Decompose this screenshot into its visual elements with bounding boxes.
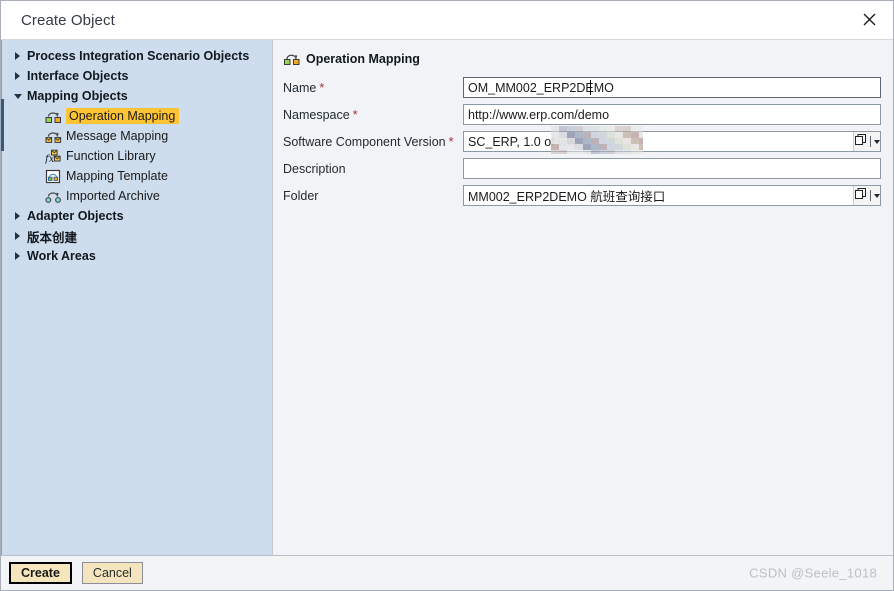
function-library-icon: fx (45, 149, 62, 164)
object-form: Name*Namespace*Software Component Versio… (281, 76, 881, 207)
form-row-folder: Folder (281, 184, 881, 207)
sidebar-item-label: Mapping Template (66, 169, 168, 183)
dialog-title: Create Object (21, 11, 115, 29)
chevron-right-icon[interactable] (11, 52, 24, 60)
description-input[interactable] (463, 158, 881, 179)
label-name: Name * (281, 81, 463, 95)
sidebar-item-adapter-objects[interactable]: Adapter Objects (1, 206, 272, 226)
sidebar-item-label: Operation Mapping (66, 108, 180, 124)
sidebar-item-imported-archive[interactable]: Imported Archive (1, 186, 272, 206)
close-icon[interactable] (845, 1, 893, 38)
name-input[interactable] (463, 77, 881, 98)
sidebar-item-label: Work Areas (27, 249, 96, 263)
sidebar-item-label: Mapping Objects (27, 89, 128, 103)
chevron-right-icon[interactable] (11, 212, 24, 220)
control-folder (463, 185, 881, 206)
cancel-button[interactable]: Cancel (81, 562, 143, 584)
sidebar-item-message-mapping[interactable]: Message Mapping (1, 126, 272, 146)
label-namespace: Namespace * (281, 108, 463, 122)
sidebar-item-label: Adapter Objects (27, 209, 124, 223)
sidebar-item-process-integration-scenario-objects[interactable]: Process Integration Scenario Objects (1, 46, 272, 66)
value-help-button[interactable] (853, 132, 880, 151)
mapping-template-icon (45, 169, 62, 184)
required-marker: * (448, 134, 454, 149)
value-help-button[interactable] (853, 186, 880, 205)
required-marker: * (352, 107, 358, 122)
object-details-panel: Operation Mapping Name*Namespace*Softwar… (272, 40, 893, 555)
sidebar-item-function-library[interactable]: fx Function Library (1, 146, 272, 166)
copy-icon (854, 134, 867, 149)
label-text: Software Component Version (283, 134, 446, 149)
chevron-right-icon[interactable] (11, 72, 24, 80)
form-row-namespace: Namespace * (281, 103, 881, 126)
message-mapping-icon (45, 129, 62, 144)
sidebar-item-label: Process Integration Scenario Objects (27, 49, 250, 63)
sidebar-item-mapping-template[interactable]: Mapping Template (1, 166, 272, 186)
control-namespace (463, 104, 881, 125)
sidebar-item-label: 版本创建 (27, 230, 78, 245)
label-folder: Folder (281, 189, 463, 203)
label-text: Folder (283, 188, 319, 203)
watermark: CSDN @Seele_1018 (749, 565, 877, 581)
software-component-version-input[interactable] (463, 131, 881, 152)
object-type-tree-panel: Process Integration Scenario Objects Inte… (1, 40, 272, 555)
control-description (463, 158, 881, 179)
form-row-software-component-version: Software Component Version * (281, 126, 881, 154)
label-text: Description (283, 161, 346, 176)
create-button[interactable]: Create (9, 562, 72, 584)
namespace-input[interactable] (463, 104, 881, 125)
chevron-down-icon[interactable] (873, 139, 880, 144)
sidebar-item-label: Message Mapping (66, 129, 169, 143)
folder-input[interactable] (463, 185, 881, 206)
label-description: Description (281, 162, 463, 176)
button-divider (869, 136, 871, 147)
operation-mapping-icon (45, 109, 62, 124)
operation-mapping-icon (283, 51, 301, 66)
imported-archive-icon (45, 189, 62, 204)
sidebar-item-work-areas[interactable]: Work Areas (1, 246, 272, 266)
dialog-content: Process Integration Scenario Objects Inte… (1, 40, 893, 555)
tree-scroll-marker[interactable] (1, 99, 4, 151)
panel-title: Operation Mapping (306, 51, 420, 66)
control-name (463, 77, 881, 98)
chevron-right-icon[interactable] (11, 252, 24, 260)
required-marker: * (319, 80, 325, 95)
label-text: Name (283, 80, 317, 95)
dialog-titlebar: Create Object (1, 1, 893, 40)
sidebar-item-item-9[interactable]: 版本创建 (1, 226, 272, 246)
create-object-dialog: Create Object Process Integration Scenar… (0, 0, 894, 591)
svg-text:fx: fx (45, 154, 55, 164)
sidebar-item-label: Function Library (66, 149, 156, 163)
object-type-tree: Process Integration Scenario Objects Inte… (1, 46, 272, 266)
sidebar-item-label: Imported Archive (66, 189, 160, 203)
form-row-name: Name * (281, 76, 881, 99)
sidebar-item-operation-mapping[interactable]: Operation Mapping (1, 106, 272, 126)
form-row-description: Description (281, 157, 881, 180)
chevron-down-icon[interactable] (11, 93, 24, 99)
button-divider (869, 190, 871, 201)
control-software-component-version (463, 126, 881, 154)
chevron-right-icon[interactable] (11, 232, 24, 240)
sidebar-item-interface-objects[interactable]: Interface Objects (1, 66, 272, 86)
label-text: Namespace (283, 107, 350, 122)
chevron-down-icon[interactable] (873, 193, 880, 198)
text-caret (589, 80, 591, 95)
panel-header: Operation Mapping (283, 51, 881, 66)
sidebar-item-label: Interface Objects (27, 69, 129, 83)
label-software-component-version: Software Component Version * (281, 135, 463, 149)
copy-icon (854, 188, 867, 203)
dialog-footer: Create Cancel CSDN @Seele_1018 (1, 555, 893, 590)
sidebar-item-mapping-objects[interactable]: Mapping Objects (1, 86, 272, 106)
